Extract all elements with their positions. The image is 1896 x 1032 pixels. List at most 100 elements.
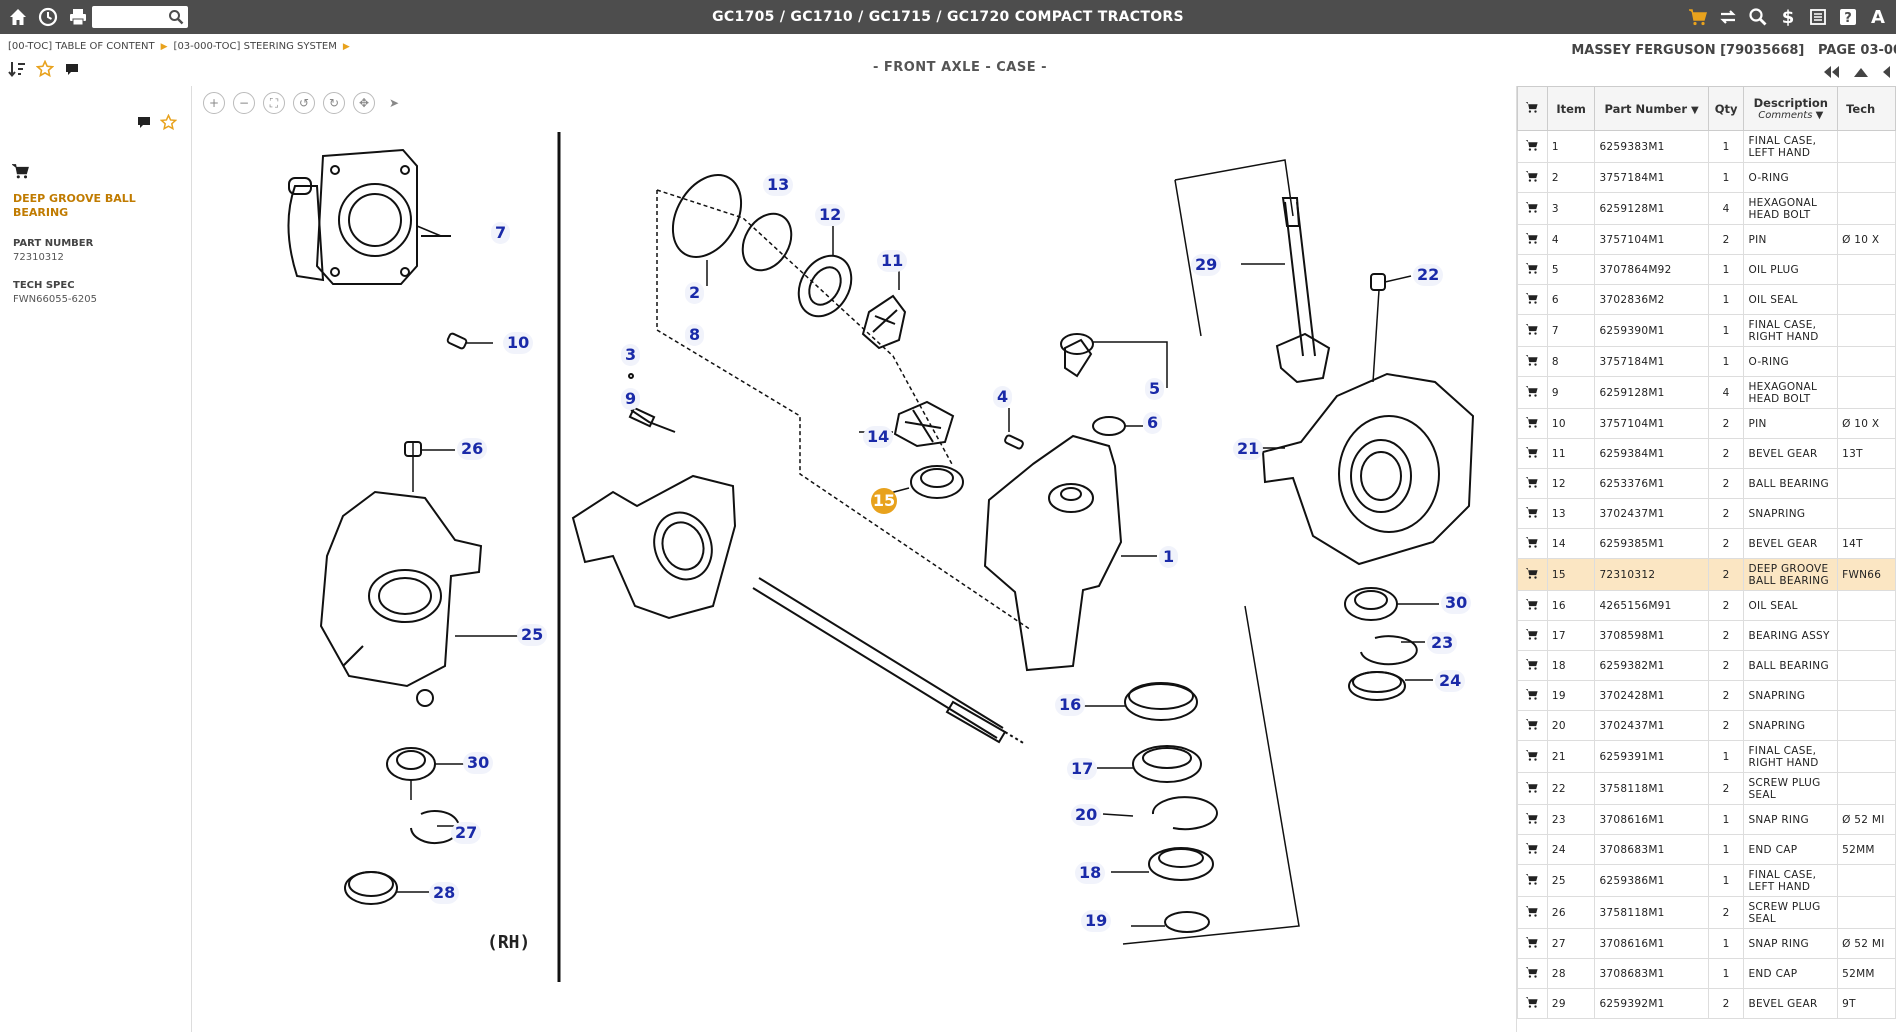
add-to-cart-button[interactable] bbox=[1517, 558, 1548, 591]
part-number-cell[interactable]: 3708683M1 bbox=[1594, 834, 1709, 865]
list-icon[interactable] bbox=[1806, 5, 1830, 29]
qty-column-header[interactable]: Qty bbox=[1707, 86, 1745, 131]
add-to-cart-button[interactable] bbox=[1517, 590, 1548, 621]
table-row[interactable]: 6 3702836M2 1 OIL SEAL bbox=[1517, 284, 1896, 315]
add-to-cart-button[interactable] bbox=[1517, 498, 1548, 529]
callout-2[interactable]: 2 bbox=[685, 282, 705, 304]
part-number-cell[interactable]: 6259390M1 bbox=[1594, 314, 1709, 347]
part-number-cell[interactable]: 3702428M1 bbox=[1594, 680, 1709, 711]
filter-icon[interactable]: ▼ bbox=[1816, 110, 1824, 121]
table-row[interactable]: 28 3708683M1 1 END CAP 52MM bbox=[1517, 958, 1896, 989]
add-to-cart-button[interactable] bbox=[1517, 650, 1548, 681]
callout-6[interactable]: 6 bbox=[1143, 412, 1163, 434]
part-number-column-header[interactable]: Part Number ▼ bbox=[1594, 86, 1709, 131]
part-number-cell[interactable]: 6259383M1 bbox=[1594, 130, 1709, 163]
comment-icon[interactable] bbox=[136, 114, 152, 135]
part-number-cell[interactable]: 3758118M1 bbox=[1594, 772, 1709, 805]
table-row[interactable]: 11 6259384M1 2 BEVEL GEAR 13T bbox=[1517, 438, 1896, 469]
add-to-cart-button[interactable] bbox=[1517, 772, 1548, 805]
part-number-cell[interactable]: 6259128M1 bbox=[1594, 192, 1709, 225]
table-row[interactable]: 23 3708616M1 1 SNAP RING Ø 52 MI bbox=[1517, 804, 1896, 835]
callout-10[interactable]: 10 bbox=[503, 332, 534, 354]
table-row[interactable]: 27 3708616M1 1 SNAP RING Ø 52 MI bbox=[1517, 928, 1896, 959]
part-number-cell[interactable]: 6259384M1 bbox=[1594, 438, 1709, 469]
add-to-cart-button[interactable] bbox=[1517, 528, 1548, 559]
callout-8[interactable]: 8 bbox=[685, 324, 705, 346]
part-number-cell[interactable]: 3758118M1 bbox=[1594, 896, 1709, 929]
callout-30-left[interactable]: 30 bbox=[463, 752, 494, 774]
table-row[interactable]: 15 72310312 2 DEEP GROOVE BALL BEARING FWN66 bbox=[1517, 558, 1896, 591]
add-to-cart-button[interactable] bbox=[1517, 284, 1548, 315]
part-number-cell[interactable]: 3757184M1 bbox=[1594, 346, 1709, 377]
add-to-cart-button[interactable] bbox=[1517, 928, 1548, 959]
add-to-cart-button[interactable] bbox=[1517, 804, 1548, 835]
part-number-cell[interactable]: 3702437M1 bbox=[1594, 498, 1709, 529]
tech-column-header[interactable]: Tech bbox=[1837, 86, 1896, 131]
table-row[interactable]: 19 3702428M1 2 SNAPRING bbox=[1517, 680, 1896, 711]
callout-3[interactable]: 3 bbox=[621, 344, 641, 366]
callout-29[interactable]: 29 bbox=[1191, 254, 1222, 276]
add-to-cart-button[interactable] bbox=[1517, 346, 1548, 377]
filter-icon[interactable]: ▼ bbox=[1691, 105, 1699, 116]
part-number-cell[interactable]: 3702437M1 bbox=[1594, 710, 1709, 741]
part-number-cell[interactable]: 6253376M1 bbox=[1594, 468, 1709, 499]
callout-22[interactable]: 22 bbox=[1413, 264, 1444, 286]
add-to-cart-button[interactable] bbox=[1517, 680, 1548, 711]
table-row[interactable]: 24 3708683M1 1 END CAP 52MM bbox=[1517, 834, 1896, 865]
callout-24[interactable]: 24 bbox=[1435, 670, 1466, 692]
star-icon[interactable] bbox=[159, 113, 178, 135]
table-row[interactable]: 22 3758118M1 2 SCREW PLUG SEAL bbox=[1517, 772, 1896, 805]
add-to-cart-button[interactable] bbox=[1517, 896, 1548, 929]
add-to-cart-button[interactable] bbox=[1517, 130, 1548, 163]
table-row[interactable]: 26 3758118M1 2 SCREW PLUG SEAL bbox=[1517, 896, 1896, 929]
table-row[interactable]: 17 3708598M1 2 BEARING ASSY bbox=[1517, 620, 1896, 651]
table-row[interactable]: 3 6259128M1 4 HEXAGONAL HEAD BOLT bbox=[1517, 192, 1896, 225]
table-row[interactable]: 21 6259391M1 1 FINAL CASE, RIGHT HAND bbox=[1517, 740, 1896, 773]
callout-28[interactable]: 28 bbox=[429, 882, 460, 904]
search-input[interactable] bbox=[92, 6, 162, 28]
table-row[interactable]: 7 6259390M1 1 FINAL CASE, RIGHT HAND bbox=[1517, 314, 1896, 347]
callout-1[interactable]: 1 bbox=[1159, 546, 1179, 568]
table-row[interactable]: 1 6259383M1 1 FINAL CASE, LEFT HAND bbox=[1517, 130, 1896, 163]
callout-20[interactable]: 20 bbox=[1071, 804, 1102, 826]
add-to-cart-button[interactable] bbox=[1517, 710, 1548, 741]
add-to-cart-button[interactable] bbox=[1517, 740, 1548, 773]
add-to-cart-button[interactable] bbox=[1517, 834, 1548, 865]
comment-icon[interactable] bbox=[64, 61, 80, 81]
callout-15[interactable]: 15 bbox=[871, 488, 897, 514]
callout-11[interactable]: 11 bbox=[877, 250, 908, 272]
callout-14[interactable]: 14 bbox=[863, 426, 894, 448]
swap-icon[interactable] bbox=[1716, 5, 1740, 29]
callout-18[interactable]: 18 bbox=[1075, 862, 1106, 884]
star-icon[interactable] bbox=[35, 59, 55, 82]
prev-icon[interactable] bbox=[1880, 64, 1892, 84]
callout-23[interactable]: 23 bbox=[1427, 632, 1458, 654]
item-column-header[interactable]: Item bbox=[1546, 86, 1596, 131]
callout-7[interactable]: 7 bbox=[491, 222, 511, 244]
table-row[interactable]: 25 6259386M1 1 FINAL CASE, LEFT HAND bbox=[1517, 864, 1896, 897]
zoom-icon[interactable] bbox=[1746, 5, 1770, 29]
part-number-cell[interactable]: 3702836M2 bbox=[1594, 284, 1709, 315]
breadcrumb-steering[interactable]: [03-000-TOC] STEERING SYSTEM bbox=[174, 41, 337, 52]
part-number-cell[interactable]: 6259392M1 bbox=[1594, 988, 1709, 1019]
add-to-cart-button[interactable] bbox=[1517, 408, 1548, 439]
part-number-cell[interactable]: 6259385M1 bbox=[1594, 528, 1709, 559]
exploded-diagram[interactable]: + − ⛶ ↺ ↻ ✥ ➤ 7 10 26 25 30 27 28 (RH) 3… bbox=[193, 86, 1515, 1032]
add-to-cart-button[interactable] bbox=[1517, 864, 1548, 897]
help-icon[interactable]: ? bbox=[1836, 5, 1860, 29]
add-to-cart-button[interactable] bbox=[1517, 468, 1548, 499]
print-icon[interactable] bbox=[66, 5, 90, 29]
add-to-cart-button[interactable] bbox=[1517, 162, 1548, 193]
part-number-cell[interactable]: 6259128M1 bbox=[1594, 376, 1709, 409]
table-row[interactable]: 16 4265156M91 2 OIL SEAL bbox=[1517, 590, 1896, 621]
table-row[interactable]: 10 3757104M1 2 PIN Ø 10 X bbox=[1517, 408, 1896, 439]
callout-9[interactable]: 9 bbox=[621, 388, 641, 410]
callout-5[interactable]: 5 bbox=[1145, 378, 1165, 400]
callout-30-right[interactable]: 30 bbox=[1441, 592, 1472, 614]
add-to-cart-button[interactable] bbox=[1517, 314, 1548, 347]
part-number-cell[interactable]: 3757104M1 bbox=[1594, 224, 1709, 255]
callout-26[interactable]: 26 bbox=[457, 438, 488, 460]
up-icon[interactable] bbox=[1852, 64, 1870, 84]
part-number-cell[interactable]: 3708683M1 bbox=[1594, 958, 1709, 989]
cart-icon[interactable] bbox=[11, 162, 30, 184]
